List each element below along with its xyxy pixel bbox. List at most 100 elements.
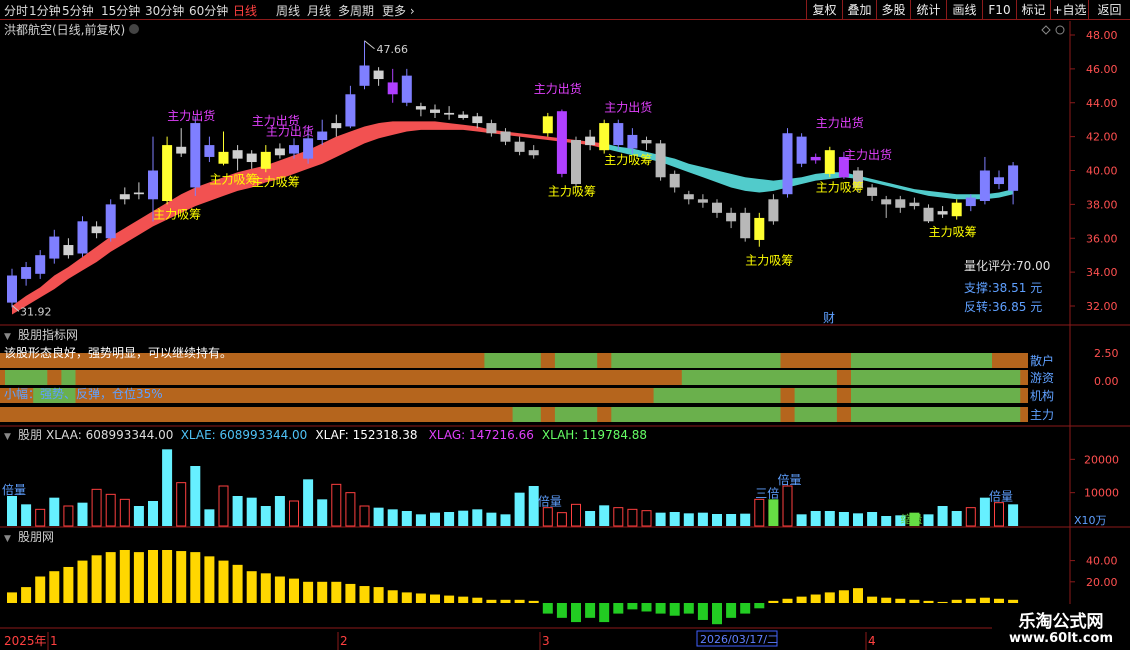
candle (979, 170, 990, 201)
time-axis-label-1: 1 (50, 634, 58, 648)
price-tick-3: 42.00 (1086, 131, 1118, 144)
osc-bar (853, 588, 863, 603)
candle (444, 112, 455, 115)
indicator-row-segment (851, 353, 992, 368)
indicator-message-1: 该股形态良好，强势明显，可以继续持有。 (4, 345, 232, 360)
osc-bar (697, 603, 708, 620)
candle (641, 140, 652, 144)
candle (162, 145, 173, 201)
candle (430, 109, 440, 113)
candle (260, 151, 271, 169)
high-price-label: 47.66 (377, 43, 409, 56)
indicator-row-segment (794, 388, 837, 403)
indicator-row-segment (851, 370, 1021, 385)
sell-signal: 主力出货 (167, 108, 215, 123)
osc-bar (810, 594, 821, 603)
volume-bar (91, 488, 102, 527)
candle (923, 207, 934, 222)
osc-bar (500, 599, 511, 603)
circle-icon (1055, 25, 1065, 35)
volume-bar (712, 514, 722, 526)
double-volume-label: 倍量 (989, 489, 1013, 504)
candle (148, 170, 158, 200)
chart-canvas[interactable]: 48.0046.0044.0042.0040.0038.0036.0034.00… (0, 0, 1130, 650)
volume-bar (105, 493, 116, 527)
osc-bar (655, 603, 666, 614)
osc-bar (965, 598, 976, 603)
watermark-url: www.60lt.com (1008, 631, 1114, 646)
candle (697, 199, 708, 203)
candle (500, 131, 511, 142)
osc-bar (867, 596, 878, 603)
osc-bar (641, 603, 652, 612)
candle (895, 199, 906, 208)
double-volume-label: 倍量 (2, 482, 26, 497)
volume-bar (937, 506, 948, 526)
volume-legend-0: XLAA: 608993344.00 (46, 428, 173, 442)
candle (7, 275, 17, 303)
buy-signal: 主力吸筹 (929, 225, 977, 239)
candle (486, 123, 497, 134)
buy-signal: 主力吸筹 (210, 172, 258, 186)
volume-bar (190, 466, 201, 526)
double-volume-label: 倍量 (778, 472, 802, 487)
volume-bar (204, 509, 215, 526)
osc-bar (994, 598, 1004, 603)
volume-bar (514, 492, 525, 526)
candle (599, 123, 610, 151)
volume-bar (655, 512, 666, 526)
osc-bar (401, 592, 412, 603)
volume-bar (77, 502, 88, 526)
volume-bar (289, 500, 299, 527)
volume-title: 股朋 (18, 428, 42, 442)
candle (951, 202, 962, 217)
candle (712, 202, 722, 213)
osc-bar (486, 599, 497, 603)
osc-bar (359, 586, 370, 603)
watermark: 乐淘公式网 www.60lt.com (992, 604, 1130, 650)
osc-bar (458, 596, 469, 603)
indicator-row-label-3: 主力 (1030, 408, 1054, 422)
osc-bar (754, 603, 765, 609)
volume-legend-2: XLAF: 152318.38 (315, 428, 417, 442)
osc-bar (627, 603, 638, 610)
candle (176, 146, 187, 154)
indicator-row-segment (554, 407, 598, 422)
indicator-row-segment (484, 353, 541, 368)
volume-bar (726, 514, 737, 526)
osc-bar (838, 590, 849, 603)
indicator-row-segment (611, 407, 781, 422)
volume-bar (345, 492, 356, 527)
candle (415, 106, 426, 110)
candle (289, 145, 299, 154)
volume-bar (218, 485, 229, 527)
volume-legend-4: XLAH: 119784.88 (542, 428, 647, 442)
osc-bar (232, 564, 243, 603)
candle (274, 148, 285, 156)
volume-bar (148, 501, 158, 526)
volume-bar (768, 499, 779, 526)
collapse-icon-indicator: ▼ (4, 332, 11, 342)
candle (965, 197, 976, 207)
volume-legend-1: XLAE: 608993344.00 (181, 428, 308, 442)
osc-bar (387, 590, 398, 603)
osc-bar (528, 600, 539, 603)
osc-bar (91, 555, 102, 603)
volume-unit: X10万 (1074, 514, 1107, 527)
double-volume-label: 倍量 (538, 494, 562, 509)
osc-bar (373, 587, 384, 603)
candle (909, 202, 920, 207)
candle (35, 255, 46, 274)
osc-bar (105, 552, 116, 603)
osc-bar (824, 592, 835, 603)
cursor-date: 2026/03/17/二 (700, 633, 778, 646)
osc-bar (937, 601, 948, 603)
osc-bar (190, 552, 201, 603)
osc-bar (599, 603, 610, 623)
candle (655, 143, 666, 178)
volume-bar (571, 503, 581, 527)
sell-signal: 主力出货 (844, 147, 892, 162)
volume-bar (500, 514, 511, 526)
osc-bar (782, 598, 793, 603)
candle (683, 194, 694, 200)
